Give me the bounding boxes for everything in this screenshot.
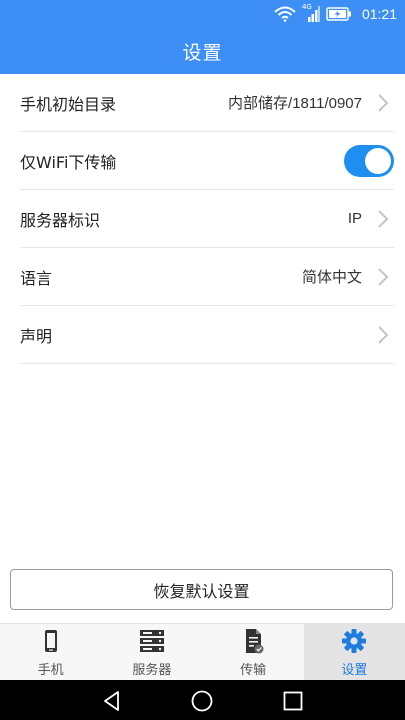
setting-language[interactable]: 语言 简体中文 [20,248,394,306]
chevron-right-icon [378,325,389,344]
system-nav-bar [0,680,405,720]
phone-icon [44,630,57,652]
signal-indicator: 4G [302,3,320,23]
toggle-knob [365,147,391,174]
chevron-right-icon [378,209,389,228]
setting-server-id[interactable]: 服务器标识 IP [20,190,394,248]
setting-label: 仅WiFi下传输 [20,152,117,172]
wifi-only-toggle[interactable] [344,144,394,177]
tab-settings[interactable]: 设置 [303,624,405,680]
clock: 01:21 [361,6,397,22]
status-bar: 4G 01:21 [0,0,405,28]
setting-value: IP [347,210,362,227]
home-icon[interactable] [190,689,214,713]
setting-label: 服务器标识 [20,210,101,230]
setting-value: 内部储存/1811/0907 [228,95,362,112]
tab-label: 传输 [240,663,267,678]
setting-label: 手机初始目录 [20,94,117,114]
transfer-document-icon [246,629,264,654]
chevron-right-icon [378,93,389,112]
tab-phone[interactable]: 手机 [0,624,101,680]
tab-transfer[interactable]: 传输 [203,624,304,680]
wifi-icon [274,6,296,22]
setting-label: 语言 [20,268,53,288]
tab-label: 服务器 [132,663,172,678]
setting-value: 简体中文 [301,269,362,286]
recents-icon[interactable] [281,689,305,713]
status-icons: 4G 01:21 [274,3,397,24]
restore-defaults-label: 恢复默认设置 [153,581,250,601]
settings-list: 手机初始目录 内部储存/1811/0907 仅WiFi下传输 服务器标识 IP … [20,74,394,364]
page-title: 设置 [182,41,223,64]
tab-server[interactable]: 服务器 [101,624,202,680]
setting-wifi-only: 仅WiFi下传输 [20,132,394,190]
restore-defaults-button[interactable]: 恢复默认设置 [10,569,393,610]
battery-charging-icon [326,7,351,21]
server-icon [139,630,164,652]
tab-label: 设置 [341,663,368,678]
gear-icon [342,629,367,653]
setting-statement[interactable]: 声明 [20,306,394,364]
back-icon[interactable] [100,689,124,713]
setting-home-directory[interactable]: 手机初始目录 内部储存/1811/0907 [20,74,394,132]
chevron-right-icon [378,267,389,286]
setting-label: 声明 [20,326,53,346]
tab-label: 手机 [37,663,64,678]
bottom-tab-bar: 手机 服务器 传输 设置 [0,623,405,680]
settings-screen: 4G 01:21 设置 手机初始目录 内部储存/1811/0907 仅WiFi下… [0,0,405,720]
signal-icon [307,6,320,22]
title-bar: 设置 [0,28,405,74]
